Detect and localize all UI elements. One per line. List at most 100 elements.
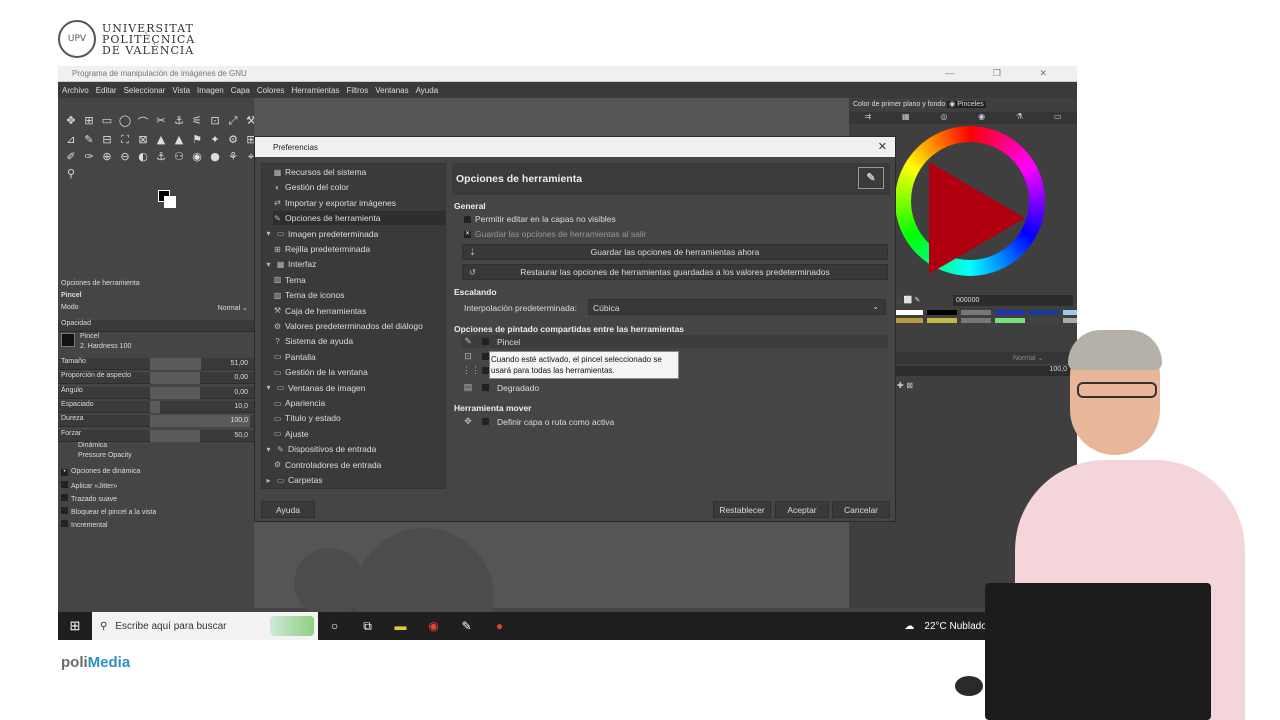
menu-item[interactable]: Editar — [96, 86, 117, 98]
expander-icon[interactable]: ▾ — [264, 229, 273, 238]
tool-icon[interactable]: ⛶ — [116, 133, 134, 147]
tool-option-checkbox[interactable]: Trazado suave — [58, 494, 254, 503]
color-history-swatch[interactable] — [1063, 318, 1077, 323]
menu-item[interactable]: Colores — [257, 86, 285, 98]
tree-item[interactable]: ⚙ Valores predeterminados del diálogo — [273, 319, 445, 333]
tree-item[interactable]: ▾ ▭ Ventanas de imagen — [264, 381, 445, 395]
gimp-taskbar-icon[interactable]: ✎ — [450, 619, 483, 633]
tree-item[interactable]: ? Sistema de ayuda — [273, 334, 445, 348]
tool-option-checkbox[interactable]: Aplicar «Jitter» — [58, 481, 254, 490]
interpolation-select[interactable]: Cúbica ⌄ — [588, 299, 886, 315]
tree-item[interactable]: ▸ ▭ Carpetas — [264, 473, 445, 487]
color-triangle-icon[interactable]: ◉ — [978, 112, 985, 124]
tool-icon[interactable]: ⊖ — [116, 150, 134, 164]
window-controls[interactable]: — ❐ ✕ — [945, 68, 1065, 79]
tool-slider[interactable]: Proporción de aspecto 0,00 — [58, 372, 254, 385]
fg-bg-mini[interactable]: ⬛ ⬜ ✎ — [893, 296, 920, 304]
color-history-swatch[interactable] — [961, 318, 991, 323]
weather-icon[interactable]: ☁ — [904, 621, 914, 632]
tool-icon[interactable]: ⚲ — [62, 167, 80, 180]
color-triangle[interactable] — [929, 162, 1025, 274]
tool-icon[interactable]: ◐ — [134, 150, 152, 164]
menu-item[interactable]: Vista — [172, 86, 190, 98]
tool-icon[interactable]: ⌒ — [134, 114, 152, 130]
tool-slider[interactable]: Dureza 100,0 — [58, 415, 254, 428]
menu-item[interactable]: Ayuda — [416, 86, 439, 98]
expander-icon[interactable]: ▾ — [264, 383, 273, 392]
save-on-exit-checkbox[interactable]: ✕ Guardar las opciones de herramientas al… — [464, 229, 647, 239]
tool-icon[interactable]: ⚘ — [224, 150, 242, 164]
restore-defaults-button[interactable]: ↺ Restaurar las opciones de herramientas … — [462, 264, 888, 280]
tree-item[interactable]: ⊞ Rejilla predeterminada — [273, 242, 445, 256]
file-explorer-icon[interactable]: ▬ — [384, 619, 417, 633]
tree-item[interactable]: ✎ Opciones de herramienta — [273, 211, 445, 226]
watercolor-icon[interactable]: ⚗ — [1016, 112, 1023, 124]
tree-item[interactable]: ◐ Gestión del color — [273, 180, 445, 194]
tool-slider[interactable]: Ángulo 0,00 — [58, 386, 254, 399]
tool-icon[interactable]: ⊟ — [98, 133, 116, 147]
help-button[interactable]: Ayuda — [261, 501, 315, 518]
color-history-swatch[interactable] — [961, 310, 991, 315]
cmyk-icon[interactable]: ▭ — [1054, 112, 1062, 124]
menu-item[interactable]: Capa — [231, 86, 250, 98]
maximize-icon[interactable]: ❐ — [993, 68, 1019, 78]
tool-icon[interactable]: ⊞ — [80, 114, 98, 130]
menu-item[interactable]: Seleccionar — [124, 86, 166, 98]
tool-icon[interactable]: ⊡ — [206, 114, 224, 130]
tree-item[interactable]: ▭ Ajuste — [273, 427, 445, 441]
tool-icon[interactable]: ● — [206, 150, 224, 164]
color-history-swatch[interactable] — [1029, 310, 1059, 315]
tool-option-checkbox[interactable]: • Opciones de dinámica — [58, 468, 254, 476]
tool-icon[interactable]: ⤢ — [224, 114, 242, 130]
tool-icon[interactable]: ✂ — [152, 114, 170, 130]
chrome-icon[interactable]: ◉ — [417, 619, 450, 633]
tool-slider[interactable]: Forzar 50,0 — [58, 429, 254, 442]
brush-row[interactable]: Pincel 2. Hardness 100 — [58, 333, 254, 355]
color-history-swatch[interactable] — [995, 310, 1025, 315]
dialog-close-icon[interactable]: ✕ — [878, 140, 887, 153]
mode-select[interactable]: Normal ⌄ — [218, 304, 248, 312]
minimize-icon[interactable]: — — [945, 68, 972, 78]
color-wheel-icon[interactable]: ◎ — [940, 112, 947, 124]
brush-preview-icon[interactable] — [61, 333, 75, 347]
tool-icon[interactable]: ⚙ — [224, 133, 242, 147]
color-scales-icon[interactable]: ⇉ — [864, 112, 871, 124]
tree-item[interactable]: ▭ Apariencia — [273, 396, 445, 410]
tree-item[interactable]: ▾ ▦ Interfaz — [264, 257, 445, 271]
tool-slider[interactable]: Espaciado 10,0 — [58, 400, 254, 413]
tool-icon[interactable]: ✐ — [62, 150, 80, 164]
tool-icon[interactable]: ▲ — [170, 133, 188, 147]
powerpoint-icon[interactable]: ● — [483, 619, 516, 633]
cortana-icon[interactable]: ○ — [318, 619, 351, 633]
tool-icon[interactable]: ⊠ — [134, 133, 152, 147]
hex-input[interactable]: 000000 — [953, 295, 1073, 306]
move-active-checkbox[interactable]: ✥ Definir capa o ruta como activa — [462, 415, 888, 428]
tree-item[interactable]: ▦ Recursos del sistema — [273, 165, 445, 179]
tool-icon[interactable]: ⚟ — [188, 114, 206, 130]
tool-options-tab[interactable]: Opciones de herramienta — [58, 280, 254, 287]
tool-icon[interactable]: ⚓ — [152, 150, 170, 164]
tree-item[interactable]: ⇄ Importar y exportar imágenes — [273, 196, 445, 210]
tree-item[interactable]: ▧ Tema de iconos — [273, 288, 445, 302]
task-view-icon[interactable]: ⧉ — [351, 619, 384, 634]
tool-icon[interactable]: ✦ — [206, 133, 224, 147]
background-color-swatch[interactable] — [164, 196, 176, 208]
expander-icon[interactable]: ▸ — [264, 476, 273, 485]
tool-icon[interactable]: ⊿ — [62, 133, 80, 147]
menu-item[interactable]: Archivo — [62, 86, 89, 98]
tab-brushes[interactable]: ◉ Pinceles — [947, 101, 986, 108]
ok-button[interactable]: Aceptar — [775, 501, 829, 518]
cancel-button[interactable]: Cancelar — [832, 501, 890, 518]
windows-start-icon[interactable]: ⊞ — [58, 618, 92, 634]
color-history-swatch[interactable] — [927, 318, 957, 323]
menu-item[interactable]: Ventanas — [375, 86, 408, 98]
color-history-swatch[interactable] — [1029, 318, 1059, 323]
reset-button[interactable]: Restablecer — [713, 501, 771, 518]
tab-fg-bg-color[interactable]: Color de primer plano y fondo — [853, 101, 945, 108]
tool-icon[interactable]: ⚑ — [188, 133, 206, 147]
tool-icon[interactable]: ▲ — [152, 133, 170, 147]
color-palette-icon[interactable]: ▦ — [902, 112, 910, 124]
tree-item[interactable]: ▾ ▭ Imagen predeterminada — [264, 227, 445, 241]
tree-item[interactable]: ▭ Título y estado — [273, 411, 445, 425]
tool-slider[interactable]: Tamaño 51,00 — [58, 358, 254, 370]
